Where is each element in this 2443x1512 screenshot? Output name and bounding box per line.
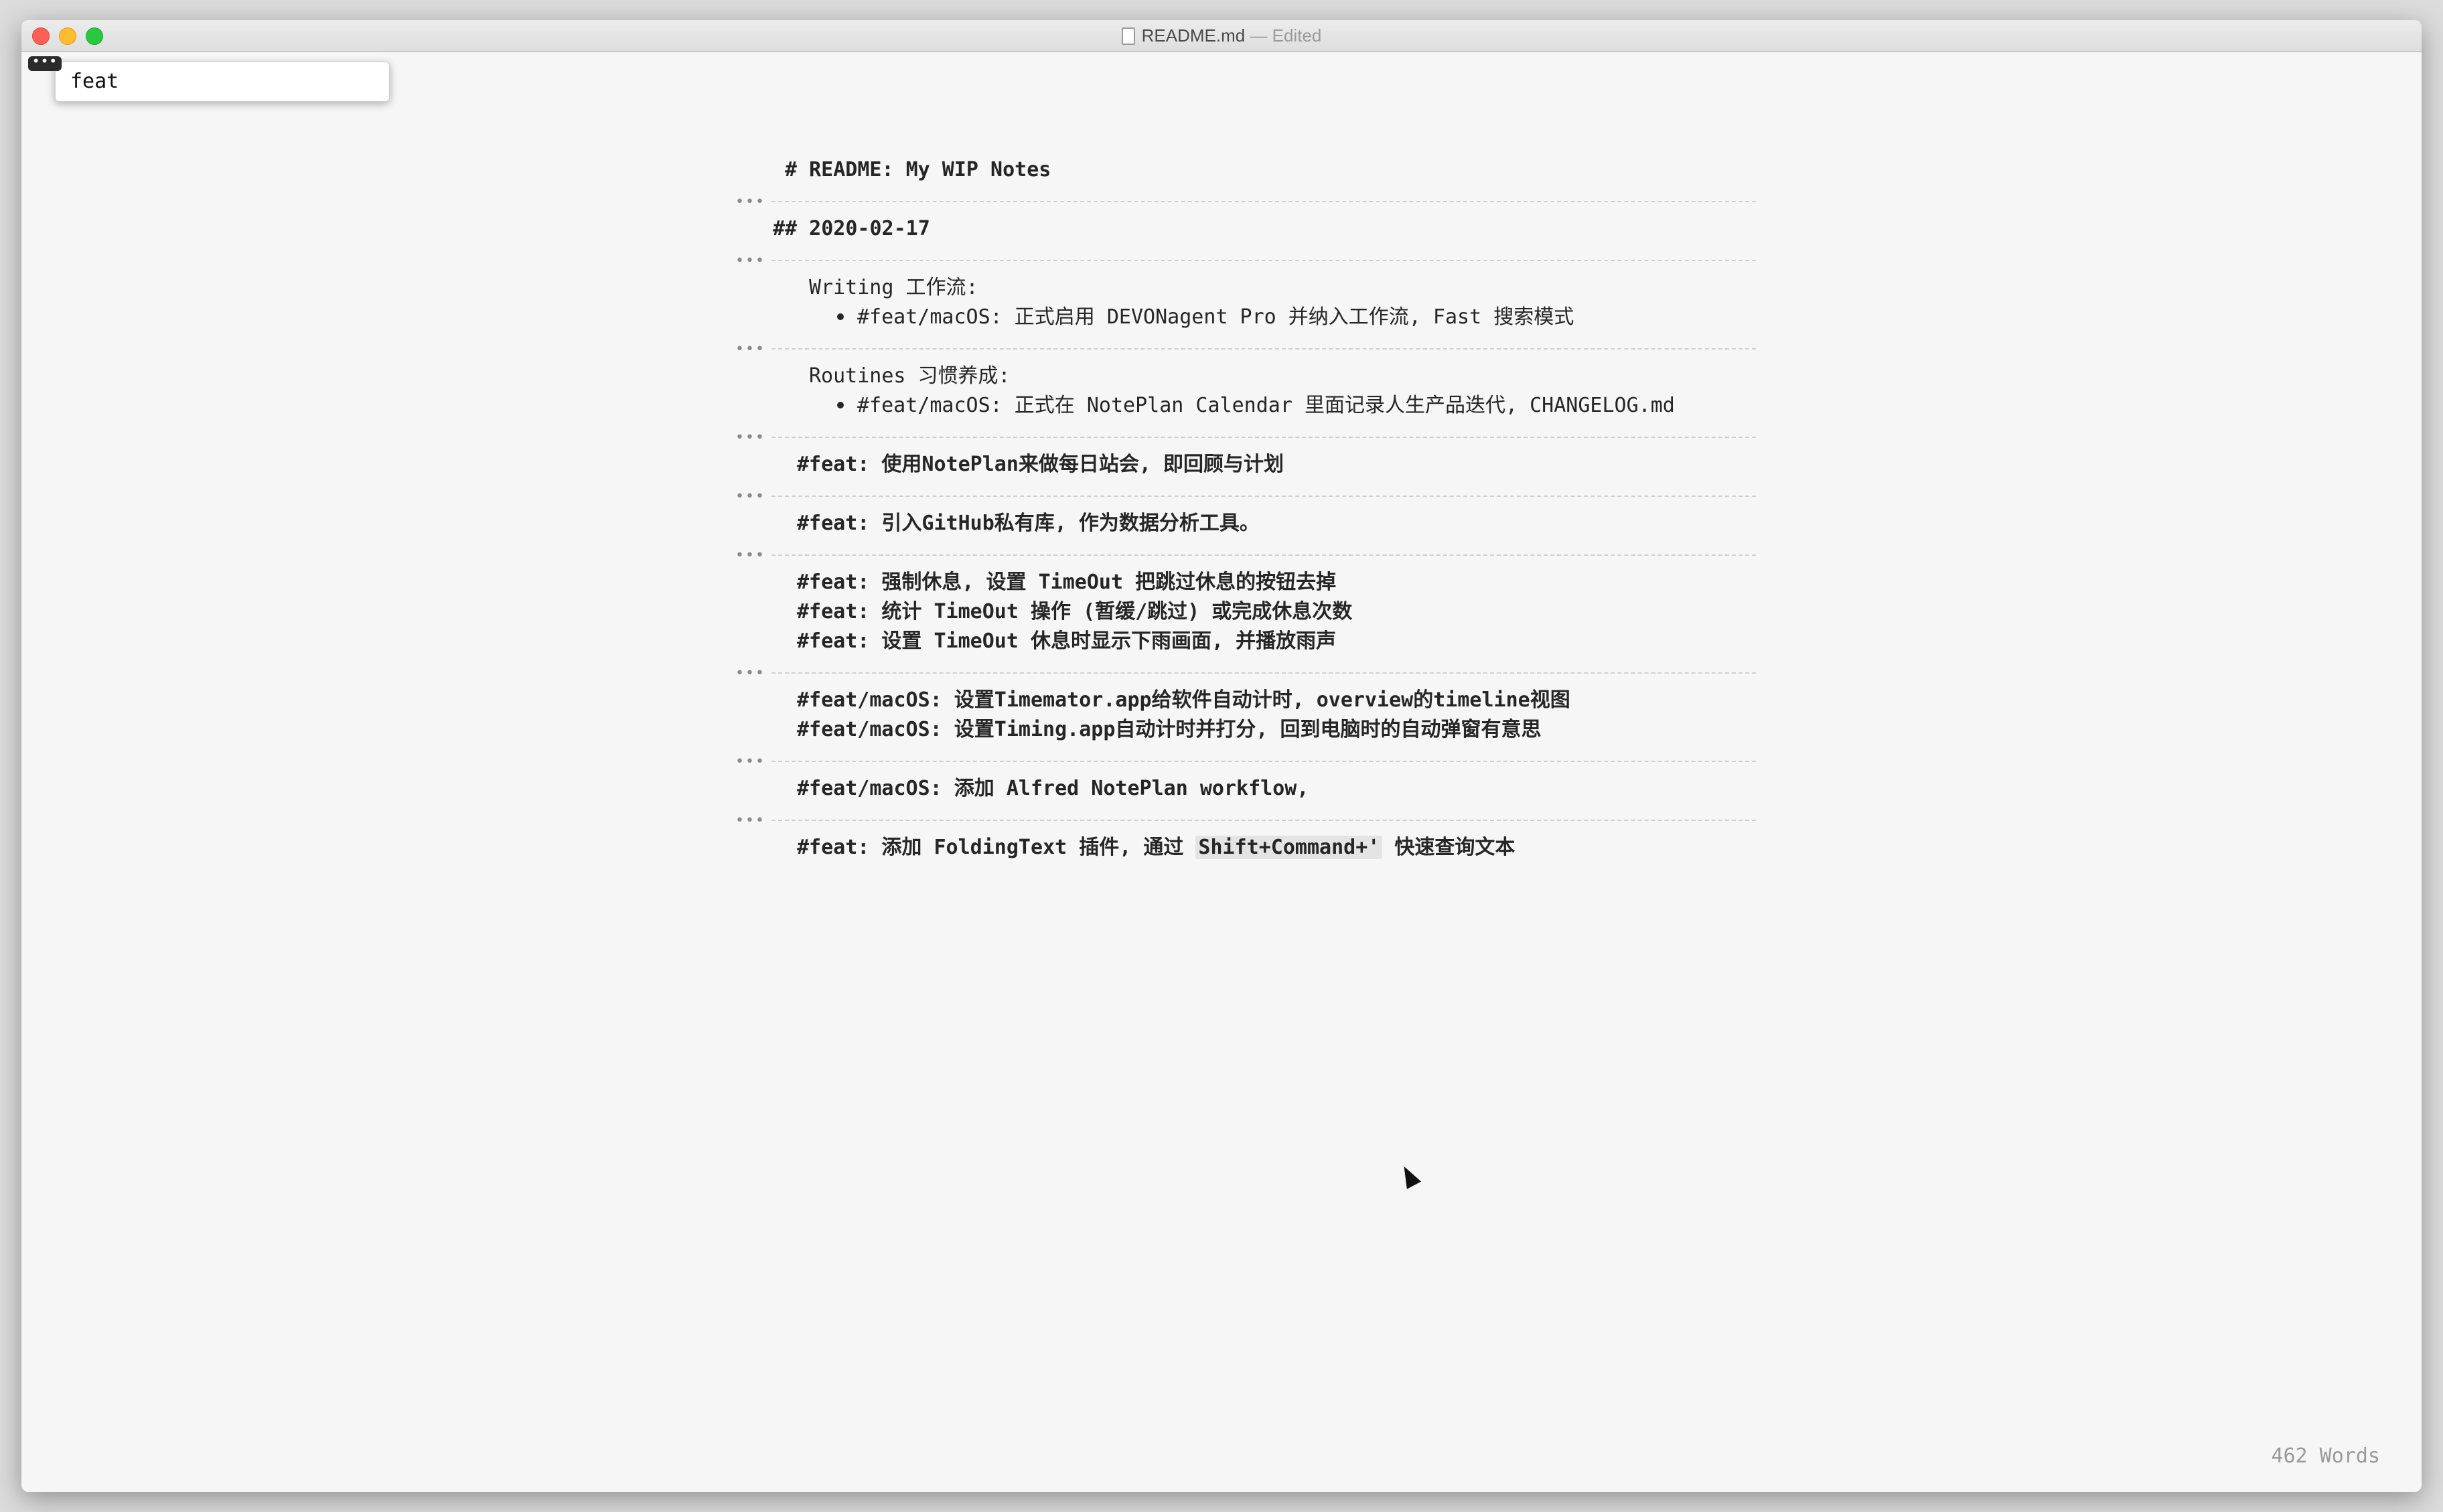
- feat-line: #feat: 使用NotePlan来做每日站会, 即回顾与计划: [797, 453, 1284, 476]
- feat-line: #feat/macOS: 设置Timemator.app给软件自动计时, ove…: [797, 688, 1570, 712]
- feat-line-text: #feat: 添加 FoldingText 插件, 通过: [797, 836, 1196, 859]
- filter-search-input[interactable]: [56, 62, 400, 100]
- fold-icon[interactable]: •••: [735, 548, 765, 563]
- bullet-icon: [837, 313, 844, 320]
- section-divider: [771, 348, 1756, 350]
- list-item: #feat/macOS: 正式启用 DEVONagent Pro 并纳入工作流,…: [857, 305, 1574, 329]
- more-icon[interactable]: •••: [28, 54, 62, 71]
- section-divider: [771, 201, 1756, 202]
- feat-line: #feat/macOS: 添加 Alfred NotePlan workflow…: [797, 777, 1309, 800]
- fold-icon[interactable]: •••: [735, 195, 765, 210]
- title-bar: README.md — Edited: [21, 20, 2422, 52]
- feat-line: #feat: 强制休息, 设置 TimeOut 把跳过休息的按钮去掉: [797, 571, 1337, 594]
- filename: README.md: [1141, 25, 1246, 46]
- edited-status: — Edited: [1250, 25, 1322, 46]
- feat-line: #feat: 引入GitHub私有库, 作为数据分析工具。: [797, 512, 1260, 535]
- fold-icon[interactable]: •••: [735, 489, 765, 504]
- filter-search-box: [55, 62, 400, 102]
- fold-icon[interactable]: •••: [735, 666, 765, 681]
- list-item: #feat/macOS: 正式在 NotePlan Calendar 里面记录人…: [857, 394, 1675, 417]
- feat-line: #feat: 设置 TimeOut 休息时显示下雨画面, 并播放雨声: [797, 629, 1337, 653]
- section-divider: [771, 437, 1756, 438]
- feat-line: #feat: 统计 TimeOut 操作 (暂缓/跳过) 或完成休息次数: [797, 600, 1353, 623]
- section-divider: [771, 260, 1756, 261]
- app-window: README.md — Edited ••• # README: My WIP …: [21, 20, 2422, 1492]
- writing-label: Writing 工作流:: [809, 276, 978, 299]
- section-divider: [771, 496, 1756, 497]
- feat-line: #feat: 添加 FoldingText 插件, 通过 Shift+Comma…: [797, 833, 1515, 862]
- fold-icon[interactable]: •••: [735, 431, 765, 445]
- section-divider: [771, 554, 1756, 556]
- feat-line-text: 快速查询文本: [1382, 836, 1515, 859]
- inline-code: Shift+Command+': [1195, 836, 1383, 859]
- section-divider: [771, 820, 1756, 821]
- fold-icon[interactable]: •••: [735, 254, 765, 269]
- heading-1: # README: My WIP Notes: [785, 158, 1051, 181]
- fold-icon[interactable]: •••: [735, 342, 765, 357]
- bullet-icon: [837, 402, 844, 408]
- document-icon: [1121, 27, 1135, 45]
- feat-line: #feat/macOS: 设置Timing.app自动计时并打分, 回到电脑时的…: [797, 718, 1542, 741]
- window-title: README.md — Edited: [21, 20, 2422, 51]
- fold-icon[interactable]: •••: [735, 814, 765, 828]
- section-divider: [771, 672, 1756, 674]
- routines-label: Routines 习惯养成:: [809, 364, 1011, 388]
- section-divider: [771, 761, 1756, 762]
- heading-2: ## 2020-02-17: [773, 217, 930, 240]
- fold-icon[interactable]: •••: [735, 755, 765, 769]
- word-count[interactable]: 462 Words: [2271, 1444, 2380, 1468]
